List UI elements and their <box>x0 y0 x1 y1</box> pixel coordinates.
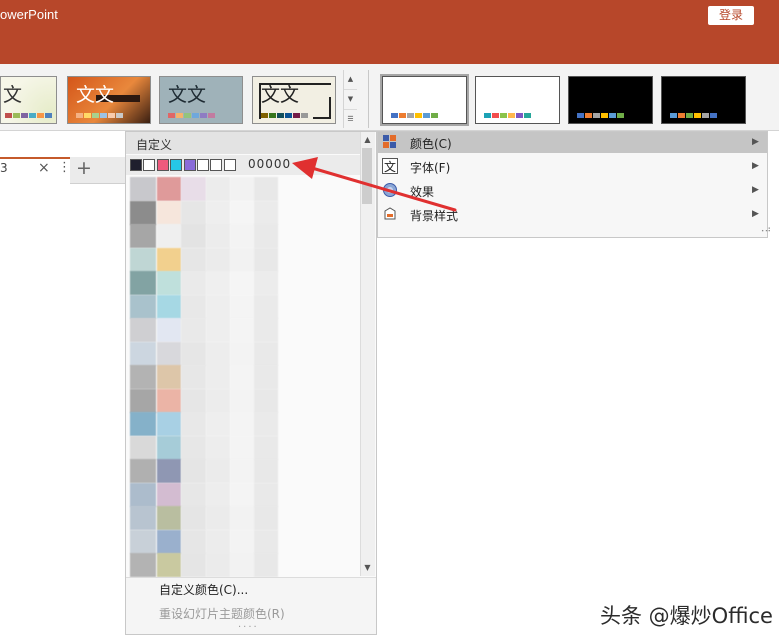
watermark: 头条 @爆炒Office <box>600 604 773 628</box>
annotation-arrow <box>292 157 457 212</box>
